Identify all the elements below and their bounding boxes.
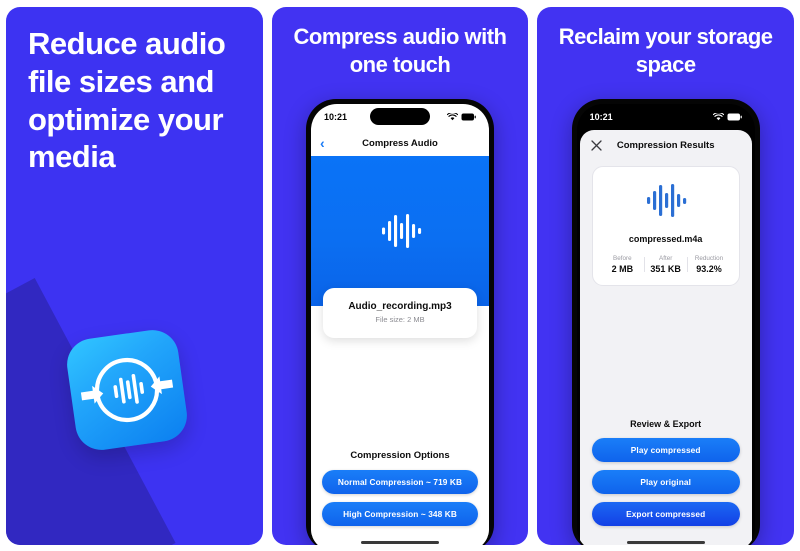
wifi-icon bbox=[712, 113, 724, 121]
status-bar: 10:21 bbox=[577, 104, 755, 130]
sheet-spacer bbox=[580, 286, 752, 419]
phone-screen: 10:21 ‹ Compress Audio Audio_recording.m… bbox=[311, 104, 489, 545]
home-indicator[interactable] bbox=[626, 541, 705, 544]
phone-mockup-results: 10:21 Compression Results compressed.m4a… bbox=[571, 99, 760, 545]
app-store-screenshot-gallery: Reduce audio file sizes and optimize you… bbox=[0, 0, 800, 551]
phone-screen: 10:21 Compression Results compressed.m4a… bbox=[576, 104, 755, 545]
panel-1-headline: Reduce audio file sizes and optimize you… bbox=[28, 26, 226, 175]
compression-options-title: Compression Options bbox=[350, 450, 450, 461]
stat-value: 2 MB bbox=[611, 264, 634, 274]
audio-compress-app-icon bbox=[63, 326, 191, 454]
compression-stats: Before 2 MB After 351 KB Reduction 93.2% bbox=[601, 255, 731, 274]
stat-value: 93.2% bbox=[696, 264, 722, 274]
panel-3-headline: Reclaim your storage space bbox=[558, 24, 773, 77]
sheet-header: Compression Results bbox=[580, 130, 752, 160]
status-bar-time: 10:21 bbox=[589, 112, 613, 122]
stat-label: Reduction bbox=[694, 255, 724, 262]
compression-options-section: Compression Options Normal Compression ~… bbox=[311, 450, 489, 534]
panel-reduce: Reduce audio file sizes and optimize you… bbox=[6, 7, 263, 545]
audio-waveform-icon bbox=[646, 184, 686, 217]
battery-icon bbox=[727, 113, 742, 121]
dynamic-island bbox=[370, 108, 430, 125]
nav-title: Compress Audio bbox=[362, 137, 438, 149]
home-indicator-area bbox=[580, 534, 752, 545]
stat-reduction: Reduction 93.2% bbox=[687, 255, 730, 274]
review-export-title: Review & Export bbox=[630, 419, 702, 429]
battery-icon bbox=[461, 113, 476, 121]
sheet-title: Compression Results bbox=[616, 139, 715, 151]
stat-after: After 351 KB bbox=[644, 255, 687, 274]
review-export-section: Review & Export Play compressed Play ori… bbox=[580, 419, 752, 534]
normal-compression-button[interactable]: Normal Compression ~ 719 KB bbox=[322, 470, 478, 494]
home-indicator-area bbox=[311, 534, 489, 545]
stat-label: After bbox=[659, 255, 673, 262]
status-bar-indicators bbox=[447, 113, 476, 121]
status-bar-indicators bbox=[712, 113, 742, 121]
compressed-file-name: compressed.m4a bbox=[628, 234, 703, 244]
stat-before: Before 2 MB bbox=[601, 255, 644, 274]
home-indicator[interactable] bbox=[361, 541, 439, 544]
hero-section: Audio_recording.mp3 File size: 2 MB bbox=[311, 156, 489, 338]
status-bar: 10:21 bbox=[311, 104, 489, 130]
phone-mockup-compress: 10:21 ‹ Compress Audio Audio_recording.m… bbox=[306, 99, 494, 545]
result-card: compressed.m4a Before 2 MB After 351 KB bbox=[591, 166, 740, 286]
stat-value: 351 KB bbox=[650, 264, 681, 274]
panel-reclaim: Reclaim your storage space 10:21 Compres… bbox=[537, 7, 795, 545]
wifi-icon bbox=[447, 113, 458, 121]
app-icon-container bbox=[63, 326, 191, 454]
nav-bar: ‹ Compress Audio bbox=[311, 130, 489, 156]
panel-compress: Compress audio with one touch 10:21 ‹ Co… bbox=[271, 7, 529, 545]
export-compressed-button[interactable]: Export compressed bbox=[591, 502, 740, 526]
audio-waveform-icon bbox=[382, 214, 422, 248]
file-info-card: Audio_recording.mp3 File size: 2 MB bbox=[323, 288, 477, 338]
stat-label: Before bbox=[613, 255, 632, 262]
play-original-button[interactable]: Play original bbox=[591, 470, 740, 494]
panel-2-headline: Compress audio with one touch bbox=[293, 24, 507, 77]
high-compression-button[interactable]: High Compression ~ 348 KB bbox=[322, 502, 478, 526]
status-bar-time: 10:21 bbox=[324, 112, 348, 122]
play-compressed-button[interactable]: Play compressed bbox=[591, 438, 740, 462]
file-name: Audio_recording.mp3 bbox=[348, 301, 452, 312]
close-icon[interactable] bbox=[591, 139, 602, 151]
compression-results-sheet: Compression Results compressed.m4a Befor… bbox=[579, 130, 752, 545]
file-size-label: File size: 2 MB bbox=[375, 315, 425, 324]
